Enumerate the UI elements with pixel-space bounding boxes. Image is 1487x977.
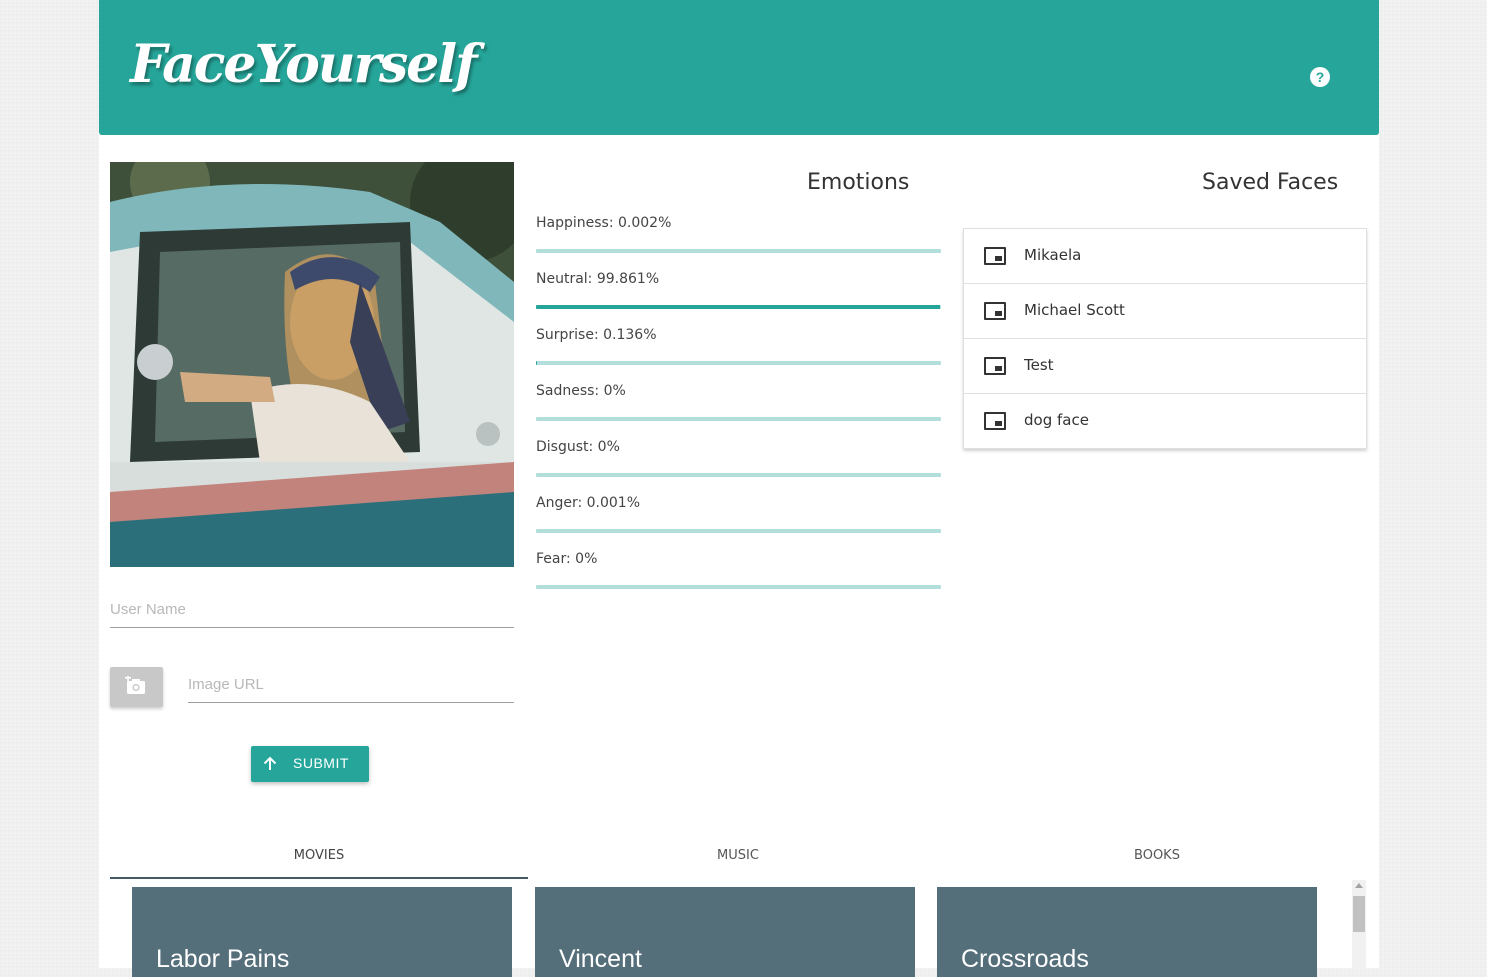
saved-faces-title: Saved Faces	[1202, 170, 1339, 195]
add-photo-button[interactable]	[110, 667, 163, 707]
emotion-surprise: Surprise: 0.136%	[536, 327, 941, 383]
emotion-bar	[536, 585, 941, 589]
emotion-label: Sadness: 0%	[536, 383, 626, 399]
emotion-bar	[536, 529, 941, 533]
emotion-sadness: Sadness: 0%	[536, 383, 941, 439]
picture-in-picture-icon	[984, 412, 1006, 430]
help-icon[interactable]: ?	[1310, 67, 1330, 87]
emotion-bar	[536, 249, 941, 253]
app-logo: FaceYourself	[130, 34, 477, 95]
image-url-input[interactable]	[188, 666, 514, 703]
tab-music[interactable]: MUSIC	[529, 846, 947, 879]
list-item[interactable]: Mikaela	[964, 229, 1366, 284]
list-item[interactable]: dog face	[964, 394, 1366, 448]
submit-button[interactable]: SUBMIT	[251, 746, 369, 782]
emotion-bar	[536, 473, 941, 477]
emotion-label: Disgust: 0%	[536, 439, 620, 455]
saved-face-name: Michael Scott	[1024, 301, 1125, 319]
emotion-label: Anger: 0.001%	[536, 495, 641, 511]
saved-face-name: Test	[1024, 356, 1054, 374]
recommendation-card[interactable]: Crossroads	[937, 887, 1317, 977]
emotion-label: Surprise: 0.136%	[536, 327, 657, 343]
scrollbar[interactable]	[1352, 880, 1366, 968]
username-input[interactable]	[110, 591, 514, 628]
emotion-label: Fear: 0%	[536, 551, 598, 567]
arrow-up-icon	[263, 756, 277, 770]
list-item[interactable]: Michael Scott	[964, 284, 1366, 339]
card-title: Vincent	[559, 945, 642, 973]
card-title: Labor Pains	[156, 945, 290, 973]
emotion-happiness: Happiness: 0.002%	[536, 215, 941, 271]
recommendation-card[interactable]: Labor Pains	[132, 887, 512, 977]
emotion-anger: Anger: 0.001%	[536, 495, 941, 551]
emotion-disgust: Disgust: 0%	[536, 439, 941, 495]
scrollbar-thumb[interactable]	[1353, 896, 1365, 932]
add-photo-icon	[125, 676, 145, 694]
submit-label: SUBMIT	[293, 755, 349, 771]
emotion-bar	[536, 417, 941, 421]
emotion-label: Happiness: 0.002%	[536, 215, 672, 231]
picture-in-picture-icon	[984, 302, 1006, 320]
saved-face-name: Mikaela	[1024, 246, 1082, 264]
saved-face-name: dog face	[1024, 411, 1089, 429]
picture-in-picture-icon	[984, 247, 1006, 265]
main-panel: SUBMIT Emotions Happiness: 0.002% Neutra…	[99, 135, 1379, 977]
emotions-title: Emotions	[807, 170, 910, 195]
tab-movies[interactable]: MOVIES	[110, 846, 528, 879]
face-photo	[110, 162, 514, 567]
list-item[interactable]: Test	[964, 339, 1366, 394]
saved-faces-list: Mikaela Michael Scott Test dog face	[963, 228, 1367, 449]
emotion-neutral: Neutral: 99.861%	[536, 271, 941, 327]
emotion-fear: Fear: 0%	[536, 551, 941, 607]
tab-books[interactable]: BOOKS	[948, 846, 1366, 879]
card-title: Crossroads	[961, 945, 1089, 973]
emotion-bar-fill	[536, 305, 941, 309]
app-header: FaceYourself ?	[99, 0, 1379, 135]
emotion-bar	[536, 361, 941, 365]
recommendation-card[interactable]: Vincent	[535, 887, 915, 977]
scroll-up-icon[interactable]	[1355, 883, 1363, 888]
picture-in-picture-icon	[984, 357, 1006, 375]
emotion-bar-fill	[536, 361, 537, 365]
emotion-label: Neutral: 99.861%	[536, 271, 660, 287]
emotion-bar	[536, 305, 941, 309]
active-tab-indicator	[110, 877, 528, 879]
